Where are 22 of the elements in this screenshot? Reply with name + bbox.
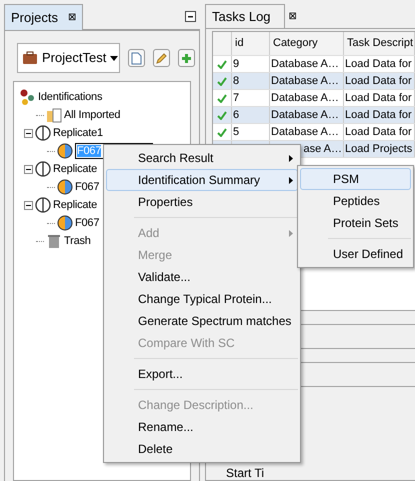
table-cell-text: ase A… [303, 142, 342, 157]
table-cell-text: 9 [233, 56, 240, 72]
menu-item: Compare With SC [137, 335, 236, 352]
table-cell-text: Load Data for [345, 74, 412, 89]
table-cell-text: Load Data for [345, 56, 412, 72]
menu-item: Add [106, 222, 298, 244]
table-cell-text: Database A… [271, 108, 339, 123]
table-cell-text: Load Data for [345, 108, 412, 123]
table-cell-text: Database A… [271, 124, 339, 140]
table-cell-text: Database A… [271, 90, 339, 106]
table-cell-text: 8 [233, 74, 240, 89]
table-cell-text: 6 [233, 108, 240, 123]
table-cell-text: Load Data for [345, 124, 412, 140]
table-cell-text: 5 [233, 124, 240, 140]
table-cell-text: Load Data for [345, 90, 412, 106]
menu-item: Change Description... [137, 397, 254, 414]
table-cell-text: Database A… [271, 56, 339, 72]
menu-item: Merge [137, 247, 174, 264]
table-cell-text: Load Projects [345, 142, 412, 157]
table-cell-text: Database A… [271, 74, 339, 89]
field-label: Start Ti [226, 465, 264, 481]
table-cell-text: 7 [233, 90, 240, 106]
